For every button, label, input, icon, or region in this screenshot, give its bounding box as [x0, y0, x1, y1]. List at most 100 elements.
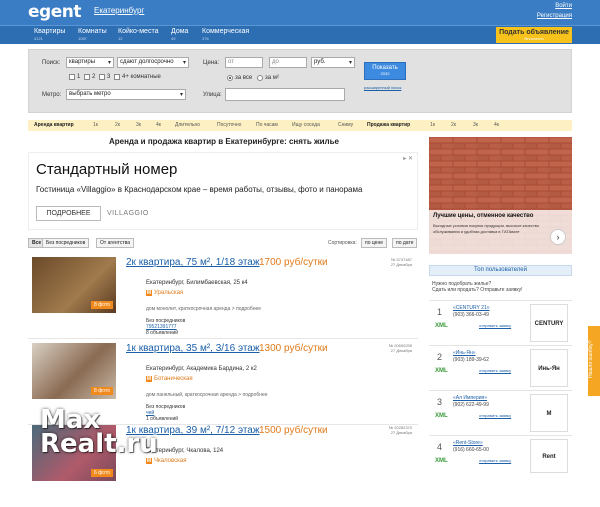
nav-label: Квартиры [34, 28, 66, 35]
metro-select[interactable]: выбрать метро [66, 89, 186, 100]
agent-item[interactable]: 4 XML «Rent-Store» (916) 660-65-00 отпра… [429, 435, 572, 475]
post-ad-button[interactable]: Подать объявление бесплатно [496, 27, 572, 43]
ad-block[interactable]: ▸ ✕ Стандартный номер Гостиница «Villagg… [28, 152, 418, 230]
agent-rank: 2 [437, 352, 443, 362]
per-all-radio[interactable] [227, 75, 233, 81]
agent-logo: Инь-Ян [530, 349, 568, 387]
room-2-label: 2 [92, 74, 96, 80]
cat-item[interactable]: 3к [136, 122, 141, 128]
ad-text: Гостиница «Villaggio» в Краснодарском кр… [36, 185, 363, 194]
nav-rooms[interactable]: Комнаты 1087 [78, 28, 107, 41]
rent-select[interactable]: сдают долгосрочно [117, 57, 189, 68]
per-all-label: за все [235, 75, 253, 81]
photo-count-badge: 8 фото [91, 387, 113, 395]
filter-agency-button[interactable]: От агентства [96, 238, 135, 248]
ad-more-button[interactable]: ПОДРОБНЕЕ [36, 206, 101, 221]
cat-item[interactable]: 2к [451, 122, 456, 128]
sort-date-button[interactable]: по дате [392, 238, 418, 248]
listing-metro: M Уральская [146, 290, 184, 296]
agent-rank: 4 [437, 442, 443, 452]
cat-item[interactable]: 2к [115, 122, 120, 128]
nav-label: Коммерческая [202, 28, 250, 35]
site-logo[interactable]: egent [28, 2, 81, 22]
sort-price-button[interactable]: по цене [361, 238, 388, 248]
show-results-button[interactable]: Показать 2032 [364, 62, 406, 80]
metro-icon: M [146, 290, 152, 296]
cat-item[interactable]: Длительно [175, 122, 200, 128]
type-select[interactable]: квартиры [66, 57, 114, 68]
cat-sale-apartments[interactable]: Продажа квартир [367, 122, 410, 128]
listing-photo[interactable]: 8 фото [32, 343, 116, 399]
nav-beds[interactable]: Койко-места 12 [118, 28, 158, 41]
agent-item[interactable]: 2 XML «Инь-Ян» (903) 189-39-62 отправить… [429, 345, 572, 390]
cat-item[interactable]: Сниму [338, 122, 353, 128]
agent-name[interactable]: «Rent-Store» [453, 440, 483, 446]
category-bar: Аренда квартир 1к 2к 3к 4к Длительно Пос… [28, 120, 572, 131]
nav-houses[interactable]: Дома 49 [171, 28, 188, 41]
room-4-checkbox[interactable] [114, 74, 120, 80]
cat-item[interactable]: 1к [430, 122, 435, 128]
filter-no-agents-button[interactable]: Без посредников [42, 238, 90, 248]
street-input[interactable] [225, 88, 345, 101]
room-2-checkbox[interactable] [84, 74, 90, 80]
banner-title: Лучшие цены, отменное качество [433, 213, 534, 219]
login-link[interactable]: Войти [555, 3, 572, 9]
city-link[interactable]: Екатеринбург [94, 6, 144, 15]
show-count: 2032 [380, 71, 390, 76]
listing-agent: Без посредников 79521391777 8 объявлений [146, 318, 186, 336]
register-link[interactable]: Регистрация [537, 13, 572, 19]
listing-title[interactable]: 2к квартира, 75 м², 1/18 этаж [126, 257, 260, 268]
chevron-right-icon[interactable]: › [550, 229, 566, 245]
sidebar-question: Нужно подобрать жилье? Сдать или продать?… [432, 281, 523, 293]
sort-label: Сортировка: [328, 240, 357, 246]
agent-request-link[interactable]: отправить заявку [479, 458, 511, 463]
agent-name[interactable]: «CENTURY 21» [453, 305, 490, 311]
ad-close-icon[interactable]: ▸ ✕ [403, 155, 413, 162]
nav-label: Дома [171, 28, 189, 35]
listing-photo[interactable]: 8 фото [32, 257, 116, 313]
room-1-checkbox[interactable] [69, 74, 75, 80]
price-label: Цена: [203, 60, 220, 66]
agent-logo: M [530, 394, 568, 432]
top-bar: egent Екатеринбург Войти Регистрация [0, 0, 600, 25]
page-title: Аренда и продажа квартир в Екатеринбурге… [108, 137, 339, 146]
cat-item[interactable]: По часам [256, 122, 278, 128]
agent-item[interactable]: 3 XML «Ал Империя» (902) 622-49-99 отпра… [429, 390, 572, 435]
ad-source: VILLAGGIO [107, 210, 149, 217]
currency-select[interactable]: руб. [311, 57, 355, 68]
agent-name[interactable]: «Ал Империя» [453, 395, 487, 401]
cat-item[interactable]: Ищу соседа [292, 122, 320, 128]
ad-title: Стандартный номер [36, 161, 178, 178]
top-users-header[interactable]: Топ пользователей [429, 265, 572, 276]
agent-name[interactable]: «Инь-Ян» [453, 350, 476, 356]
price-from-input[interactable]: от [225, 57, 263, 68]
listing-item[interactable]: 8 фото 2к квартира, 75 м², 1/18 этаж 170… [28, 254, 418, 339]
cat-rent-apartments[interactable]: Аренда квартир [34, 122, 74, 128]
listing-id: № 20600295 27 Декабря [388, 343, 412, 353]
per-m2-radio[interactable] [257, 75, 263, 81]
feedback-tab[interactable]: Нашли ошибку? [588, 326, 600, 396]
banner-ad[interactable]: Лучшие цены, отменное качество Выгодные … [429, 137, 572, 254]
price-to-input[interactable]: до [269, 57, 307, 68]
listing-price: 1700 руб/сутки [259, 257, 328, 268]
cat-item[interactable]: Посуточно [217, 122, 241, 128]
extended-search-link[interactable]: расширенный поиск [364, 85, 401, 90]
room-4-label: 4+ комнатные [122, 74, 161, 80]
nav-commercial[interactable]: Коммерческая 376 [202, 28, 249, 41]
agent-item[interactable]: 1 XML «CENTURY 21» (903) 366-03-49 отпра… [429, 300, 572, 365]
agent-logo: Rent [530, 439, 568, 473]
agent-request-link[interactable]: отправить заявку [479, 368, 511, 373]
cat-item[interactable]: 4к [494, 122, 499, 128]
metro-icon: M [146, 376, 152, 382]
agent-request-link[interactable]: отправить заявку [479, 323, 511, 328]
cat-item[interactable]: 4к [156, 122, 161, 128]
nav-apartments[interactable]: Квартиры 4121 [34, 28, 65, 41]
listing-title[interactable]: 1к квартира, 35 м², 3/16 этаж [126, 343, 260, 354]
cat-item[interactable]: 1к [93, 122, 98, 128]
cat-item[interactable]: 3к [473, 122, 478, 128]
agent-request-link[interactable]: отправить заявку [479, 413, 511, 418]
room-3-checkbox[interactable] [99, 74, 105, 80]
search-panel: Поиск: квартиры сдают долгосрочно 1 2 3 … [28, 49, 572, 113]
agent-rank: 1 [437, 307, 443, 317]
listing-price: 1300 руб/сутки [259, 343, 328, 354]
